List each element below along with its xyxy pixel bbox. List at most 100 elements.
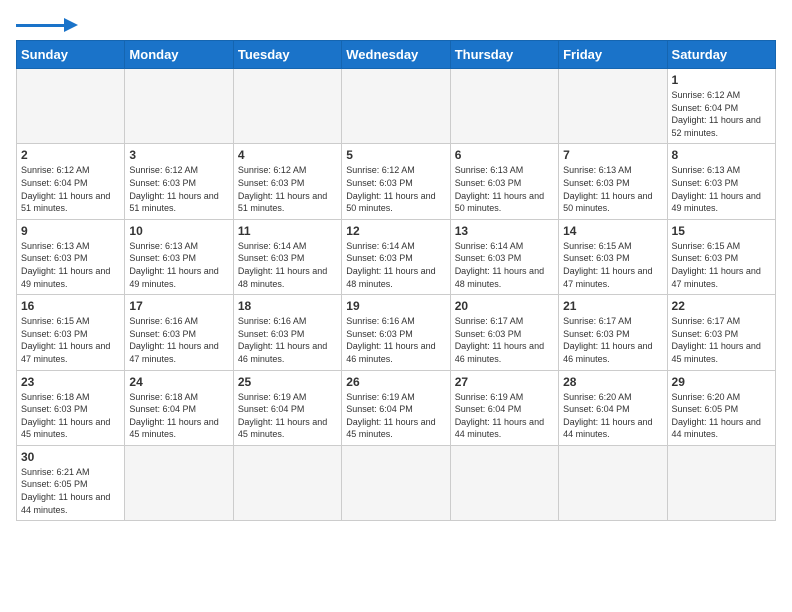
day-number: 8 <box>672 148 771 162</box>
day-info: Sunrise: 6:14 AM Sunset: 6:03 PM Dayligh… <box>238 240 337 290</box>
calendar-day-cell: 22Sunrise: 6:17 AM Sunset: 6:03 PM Dayli… <box>667 295 775 370</box>
day-number: 13 <box>455 224 554 238</box>
calendar-week-row: 2 Sunrise: 6:12 AM Sunset: 6:04 PM Daylig… <box>17 144 776 219</box>
calendar-day-cell <box>559 445 667 520</box>
day-info: Sunrise: 6:12 AM Sunset: 6:04 PM Dayligh… <box>21 164 120 214</box>
day-number: 10 <box>129 224 228 238</box>
calendar-day-cell: 21 Sunrise: 6:17 AM Sunset: 6:03 PM Dayli… <box>559 295 667 370</box>
day-info: Sunrise: 6:12 AM Sunset: 6:03 PM Dayligh… <box>238 164 337 214</box>
page-header <box>16 16 776 32</box>
day-number: 20 <box>455 299 554 313</box>
calendar-day-cell: 11 Sunrise: 6:14 AM Sunset: 6:03 PM Dayli… <box>233 219 341 294</box>
calendar-day-cell: 4 Sunrise: 6:12 AM Sunset: 6:03 PM Daylig… <box>233 144 341 219</box>
logo-underline <box>16 24 64 27</box>
calendar-week-row: 1Sunrise: 6:12 AM Sunset: 6:04 PM Daylig… <box>17 69 776 144</box>
day-number: 25 <box>238 375 337 389</box>
day-info: Sunrise: 6:19 AM Sunset: 6:04 PM Dayligh… <box>238 391 337 441</box>
calendar-day-cell <box>233 445 341 520</box>
calendar-day-cell: 15Sunrise: 6:15 AM Sunset: 6:03 PM Dayli… <box>667 219 775 294</box>
calendar-header-saturday: Saturday <box>667 41 775 69</box>
calendar-day-cell: 2 Sunrise: 6:12 AM Sunset: 6:04 PM Daylig… <box>17 144 125 219</box>
day-info: Sunrise: 6:15 AM Sunset: 6:03 PM Dayligh… <box>672 240 771 290</box>
calendar-day-cell <box>342 445 450 520</box>
day-info: Sunrise: 6:19 AM Sunset: 6:04 PM Dayligh… <box>346 391 445 441</box>
calendar-day-cell: 25 Sunrise: 6:19 AM Sunset: 6:04 PM Dayli… <box>233 370 341 445</box>
calendar-day-cell: 10Sunrise: 6:13 AM Sunset: 6:03 PM Dayli… <box>125 219 233 294</box>
calendar-header-sunday: Sunday <box>17 41 125 69</box>
day-number: 12 <box>346 224 445 238</box>
day-info: Sunrise: 6:21 AM Sunset: 6:05 PM Dayligh… <box>21 466 120 516</box>
calendar-header-tuesday: Tuesday <box>233 41 341 69</box>
calendar-day-cell: 3 Sunrise: 6:12 AM Sunset: 6:03 PM Daylig… <box>125 144 233 219</box>
calendar-day-cell: 6 Sunrise: 6:13 AM Sunset: 6:03 PM Daylig… <box>450 144 558 219</box>
day-number: 14 <box>563 224 662 238</box>
day-info: Sunrise: 6:17 AM Sunset: 6:03 PM Dayligh… <box>455 315 554 365</box>
day-info: Sunrise: 6:18 AM Sunset: 6:04 PM Dayligh… <box>129 391 228 441</box>
day-number: 2 <box>21 148 120 162</box>
calendar-week-row: 23Sunrise: 6:18 AM Sunset: 6:03 PM Dayli… <box>17 370 776 445</box>
calendar-week-row: 9 Sunrise: 6:13 AM Sunset: 6:03 PM Daylig… <box>17 219 776 294</box>
calendar-day-cell: 26 Sunrise: 6:19 AM Sunset: 6:04 PM Dayli… <box>342 370 450 445</box>
calendar-week-row: 30 Sunrise: 6:21 AM Sunset: 6:05 PM Dayli… <box>17 445 776 520</box>
day-number: 30 <box>21 450 120 464</box>
calendar-day-cell: 1Sunrise: 6:12 AM Sunset: 6:04 PM Daylig… <box>667 69 775 144</box>
day-number: 7 <box>563 148 662 162</box>
day-number: 16 <box>21 299 120 313</box>
calendar-day-cell: 24 Sunrise: 6:18 AM Sunset: 6:04 PM Dayli… <box>125 370 233 445</box>
calendar-day-cell: 17Sunrise: 6:16 AM Sunset: 6:03 PM Dayli… <box>125 295 233 370</box>
day-number: 24 <box>129 375 228 389</box>
calendar-day-cell: 28 Sunrise: 6:20 AM Sunset: 6:04 PM Dayli… <box>559 370 667 445</box>
day-number: 29 <box>672 375 771 389</box>
day-info: Sunrise: 6:20 AM Sunset: 6:04 PM Dayligh… <box>563 391 662 441</box>
day-number: 23 <box>21 375 120 389</box>
day-number: 9 <box>21 224 120 238</box>
calendar-day-cell <box>450 445 558 520</box>
calendar-day-cell: 27 Sunrise: 6:19 AM Sunset: 6:04 PM Dayli… <box>450 370 558 445</box>
logo <box>16 16 78 32</box>
calendar-day-cell <box>17 69 125 144</box>
calendar-day-cell <box>667 445 775 520</box>
day-info: Sunrise: 6:13 AM Sunset: 6:03 PM Dayligh… <box>21 240 120 290</box>
day-info: Sunrise: 6:12 AM Sunset: 6:04 PM Dayligh… <box>672 89 771 139</box>
logo-arrow <box>64 18 78 32</box>
day-number: 22 <box>672 299 771 313</box>
calendar-day-cell <box>125 445 233 520</box>
calendar-day-cell <box>125 69 233 144</box>
day-number: 5 <box>346 148 445 162</box>
calendar-day-cell <box>450 69 558 144</box>
day-number: 3 <box>129 148 228 162</box>
day-info: Sunrise: 6:12 AM Sunset: 6:03 PM Dayligh… <box>346 164 445 214</box>
day-info: Sunrise: 6:17 AM Sunset: 6:03 PM Dayligh… <box>563 315 662 365</box>
calendar-day-cell: 19Sunrise: 6:16 AM Sunset: 6:03 PM Dayli… <box>342 295 450 370</box>
calendar-day-cell: 5 Sunrise: 6:12 AM Sunset: 6:03 PM Daylig… <box>342 144 450 219</box>
calendar-day-cell: 9 Sunrise: 6:13 AM Sunset: 6:03 PM Daylig… <box>17 219 125 294</box>
calendar-day-cell: 13 Sunrise: 6:14 AM Sunset: 6:03 PM Dayli… <box>450 219 558 294</box>
day-info: Sunrise: 6:20 AM Sunset: 6:05 PM Dayligh… <box>672 391 771 441</box>
calendar-header-monday: Monday <box>125 41 233 69</box>
day-number: 27 <box>455 375 554 389</box>
day-number: 11 <box>238 224 337 238</box>
day-info: Sunrise: 6:19 AM Sunset: 6:04 PM Dayligh… <box>455 391 554 441</box>
day-info: Sunrise: 6:13 AM Sunset: 6:03 PM Dayligh… <box>455 164 554 214</box>
day-info: Sunrise: 6:14 AM Sunset: 6:03 PM Dayligh… <box>346 240 445 290</box>
day-number: 4 <box>238 148 337 162</box>
day-number: 28 <box>563 375 662 389</box>
calendar-day-cell <box>559 69 667 144</box>
calendar-day-cell: 20 Sunrise: 6:17 AM Sunset: 6:03 PM Dayli… <box>450 295 558 370</box>
day-number: 6 <box>455 148 554 162</box>
calendar-day-cell <box>342 69 450 144</box>
calendar-header-row: SundayMondayTuesdayWednesdayThursdayFrid… <box>17 41 776 69</box>
day-info: Sunrise: 6:12 AM Sunset: 6:03 PM Dayligh… <box>129 164 228 214</box>
day-info: Sunrise: 6:13 AM Sunset: 6:03 PM Dayligh… <box>563 164 662 214</box>
day-info: Sunrise: 6:15 AM Sunset: 6:03 PM Dayligh… <box>21 315 120 365</box>
calendar-day-cell: 14Sunrise: 6:15 AM Sunset: 6:03 PM Dayli… <box>559 219 667 294</box>
day-number: 21 <box>563 299 662 313</box>
day-info: Sunrise: 6:14 AM Sunset: 6:03 PM Dayligh… <box>455 240 554 290</box>
calendar-header-thursday: Thursday <box>450 41 558 69</box>
calendar-table: SundayMondayTuesdayWednesdayThursdayFrid… <box>16 40 776 521</box>
day-number: 26 <box>346 375 445 389</box>
day-number: 19 <box>346 299 445 313</box>
calendar-day-cell: 29 Sunrise: 6:20 AM Sunset: 6:05 PM Dayli… <box>667 370 775 445</box>
calendar-day-cell: 30 Sunrise: 6:21 AM Sunset: 6:05 PM Dayli… <box>17 445 125 520</box>
calendar-day-cell: 16 Sunrise: 6:15 AM Sunset: 6:03 PM Dayli… <box>17 295 125 370</box>
